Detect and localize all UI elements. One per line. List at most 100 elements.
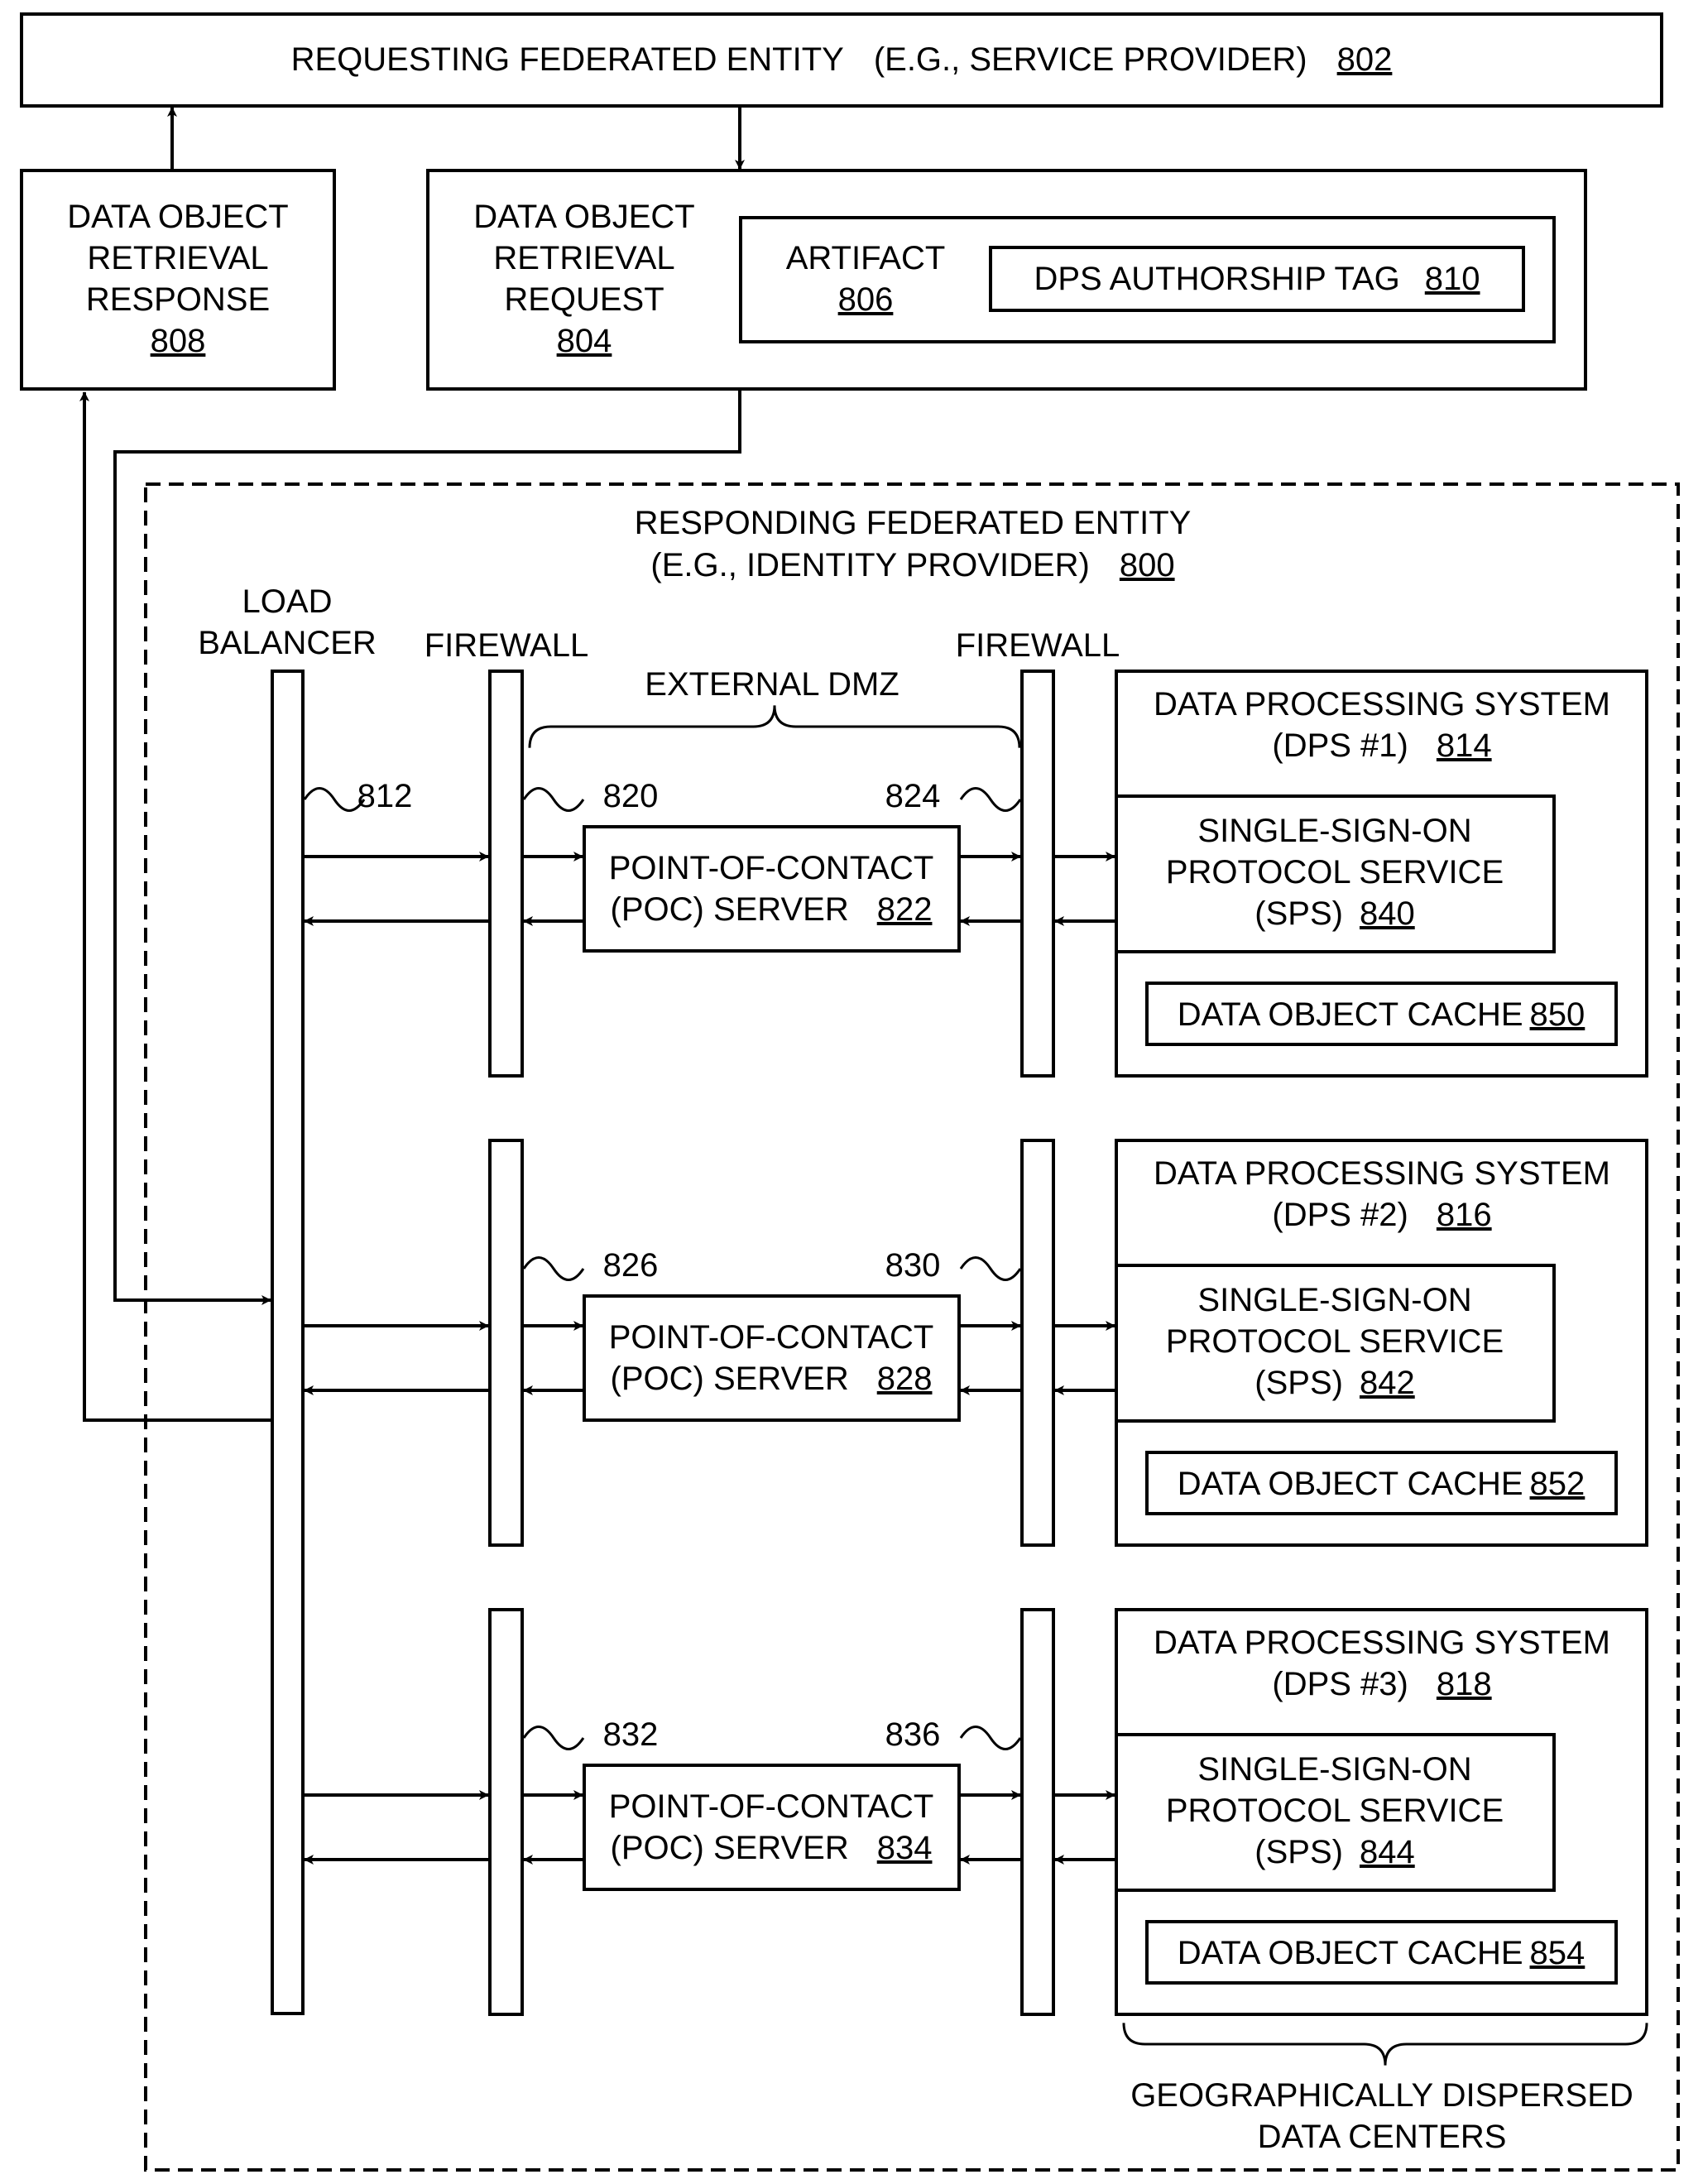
dps-label: (DPS #2) bbox=[1272, 1197, 1408, 1233]
dps: (DPS #2) 816 bbox=[1272, 1197, 1491, 1233]
outer-firewall-leader bbox=[522, 1256, 585, 1281]
poc-server-line: POINT-OF-CONTACT bbox=[609, 1319, 934, 1356]
outer-firewall-bar bbox=[488, 670, 524, 1078]
sps-line: PROTOCOL SERVICE bbox=[1166, 1793, 1504, 1829]
load-balancer-label: BALANCER bbox=[198, 625, 377, 661]
outer-firewall-leader bbox=[522, 787, 585, 812]
firewall-label-inner: FIREWALL bbox=[956, 627, 1120, 664]
data-object-cache-label: DATA OBJECT CACHE bbox=[1178, 1935, 1523, 1971]
responding-entity-subtitle: (E.G., IDENTITY PROVIDER) 800 bbox=[650, 547, 1174, 583]
sps-line: PROTOCOL SERVICE bbox=[1166, 1323, 1504, 1360]
authorship-tag-label: DPS AUTHORSHIP TAG bbox=[1034, 261, 1399, 297]
requesting-entity-title: REQUESTING FEDERATED ENTITY (E.G., SERVIC… bbox=[291, 41, 1393, 78]
retrieval-response-line: DATA OBJECT bbox=[67, 199, 288, 235]
load-balancer-leader bbox=[303, 787, 366, 812]
poc-server-line: POINT-OF-CONTACT bbox=[609, 1788, 934, 1825]
inner-firewall-leader bbox=[959, 1726, 1022, 1750]
outer-firewall-bar bbox=[488, 1608, 524, 2016]
data-object-cache-ref: 854 bbox=[1530, 1935, 1585, 1971]
requesting-entity-label: REQUESTING FEDERATED ENTITY bbox=[291, 41, 844, 78]
retrieval-response-line: RETRIEVAL bbox=[87, 240, 268, 276]
dps-title: DATA PROCESSING SYSTEM bbox=[1154, 1625, 1610, 1661]
retrieval-request-line: RETRIEVAL bbox=[493, 240, 674, 276]
sps: (SPS) 842 bbox=[1254, 1365, 1414, 1401]
dps-label: (DPS #3) bbox=[1272, 1666, 1408, 1702]
poc-server-label: (POC) SERVER bbox=[611, 891, 849, 928]
outer-firewall-bar bbox=[488, 1139, 524, 1547]
dps-title: DATA PROCESSING SYSTEM bbox=[1154, 1155, 1610, 1192]
retrieval-request-line: REQUEST bbox=[504, 281, 664, 318]
data-centers-brace bbox=[1122, 2023, 1648, 2066]
dps: (DPS #3) 818 bbox=[1272, 1666, 1491, 1702]
sps-line: SINGLE-SIGN-ON bbox=[1197, 813, 1471, 849]
inner-firewall-ref: 824 bbox=[885, 778, 941, 814]
poc-server-box bbox=[583, 1764, 961, 1891]
dps-ref: 816 bbox=[1437, 1197, 1492, 1233]
sps-line: SINGLE-SIGN-ON bbox=[1197, 1751, 1471, 1788]
data-centers-caption-line: DATA CENTERS bbox=[1258, 2119, 1507, 2155]
outer-firewall-ref: 832 bbox=[603, 1716, 659, 1753]
load-balancer-bar bbox=[271, 670, 305, 2015]
federation-diagram: REQUESTING FEDERATED ENTITY (E.G., SERVIC… bbox=[20, 12, 1680, 2172]
load-balancer-ref: 812 bbox=[357, 778, 413, 814]
dps: (DPS #1) 814 bbox=[1272, 727, 1491, 764]
sps: (SPS) 844 bbox=[1254, 1834, 1414, 1870]
data-object-cache-label: DATA OBJECT CACHE bbox=[1178, 996, 1523, 1033]
sps-label: (SPS) bbox=[1254, 895, 1343, 932]
dps-title: DATA PROCESSING SYSTEM bbox=[1154, 686, 1610, 722]
inner-firewall-leader bbox=[959, 787, 1022, 812]
retrieval-response-line: RESPONSE bbox=[86, 281, 270, 318]
inner-firewall-leader bbox=[959, 1256, 1022, 1281]
inner-firewall-bar bbox=[1020, 670, 1055, 1078]
external-dmz-brace bbox=[528, 705, 1021, 748]
poc-server: (POC) SERVER 822 bbox=[611, 891, 933, 928]
requesting-entity-ref: 802 bbox=[1337, 41, 1393, 78]
outer-firewall-leader bbox=[522, 1726, 585, 1750]
data-object-cache-ref: 850 bbox=[1530, 996, 1585, 1033]
outer-firewall-ref: 820 bbox=[603, 778, 659, 814]
poc-server-line: POINT-OF-CONTACT bbox=[609, 850, 934, 886]
poc-server-ref: 834 bbox=[877, 1830, 933, 1866]
sps-ref: 844 bbox=[1360, 1834, 1415, 1870]
responding-entity-subtitle-label: (E.G., IDENTITY PROVIDER) bbox=[650, 547, 1089, 583]
artifact-ref: 806 bbox=[838, 281, 894, 318]
sps-ref: 842 bbox=[1360, 1365, 1415, 1401]
responding-entity-title: RESPONDING FEDERATED ENTITY bbox=[635, 505, 1192, 541]
external-dmz-label: EXTERNAL DMZ bbox=[645, 666, 899, 703]
inner-firewall-bar bbox=[1020, 1608, 1055, 2016]
inner-firewall-ref: 836 bbox=[885, 1716, 941, 1753]
firewall-label-outer: FIREWALL bbox=[425, 627, 589, 664]
sps-label: (SPS) bbox=[1254, 1834, 1343, 1870]
sps-line: PROTOCOL SERVICE bbox=[1166, 854, 1504, 890]
poc-server-ref: 828 bbox=[877, 1361, 933, 1397]
requesting-entity-example: (E.G., SERVICE PROVIDER) bbox=[874, 41, 1307, 78]
retrieval-request-ref: 804 bbox=[557, 323, 612, 359]
inner-firewall-ref: 830 bbox=[885, 1247, 941, 1284]
poc-server-ref: 822 bbox=[877, 891, 933, 928]
poc-server-box bbox=[583, 1294, 961, 1422]
responding-entity-subtitle-ref: 800 bbox=[1120, 547, 1175, 583]
artifact-label: ARTIFACT bbox=[786, 240, 946, 276]
poc-server-label: (POC) SERVER bbox=[611, 1830, 849, 1866]
sps-label: (SPS) bbox=[1254, 1365, 1343, 1401]
retrieval-request-line: DATA OBJECT bbox=[473, 199, 694, 235]
data-object-cache-ref: 852 bbox=[1530, 1466, 1585, 1502]
dps-ref: 814 bbox=[1437, 727, 1492, 764]
poc-server-label: (POC) SERVER bbox=[611, 1361, 849, 1397]
dps-ref: 818 bbox=[1437, 1666, 1492, 1702]
sps: (SPS) 840 bbox=[1254, 895, 1414, 932]
response-path-arrow bbox=[79, 391, 272, 1422]
outer-firewall-ref: 826 bbox=[603, 1247, 659, 1284]
authorship-tag-ref: 810 bbox=[1425, 261, 1480, 297]
load-balancer-label: LOAD bbox=[242, 583, 333, 620]
poc-server: (POC) SERVER 828 bbox=[611, 1361, 933, 1397]
inner-firewall-bar bbox=[1020, 1139, 1055, 1547]
poc-server: (POC) SERVER 834 bbox=[611, 1830, 933, 1866]
retrieval-response-ref: 808 bbox=[151, 323, 206, 359]
poc-server-box bbox=[583, 825, 961, 953]
data-object-cache-label: DATA OBJECT CACHE bbox=[1178, 1466, 1523, 1502]
data-centers-caption-line: GEOGRAPHICALLY DISPERSED bbox=[1130, 2077, 1633, 2114]
sps-line: SINGLE-SIGN-ON bbox=[1197, 1282, 1471, 1318]
dps-label: (DPS #1) bbox=[1272, 727, 1408, 764]
sps-ref: 840 bbox=[1360, 895, 1415, 932]
